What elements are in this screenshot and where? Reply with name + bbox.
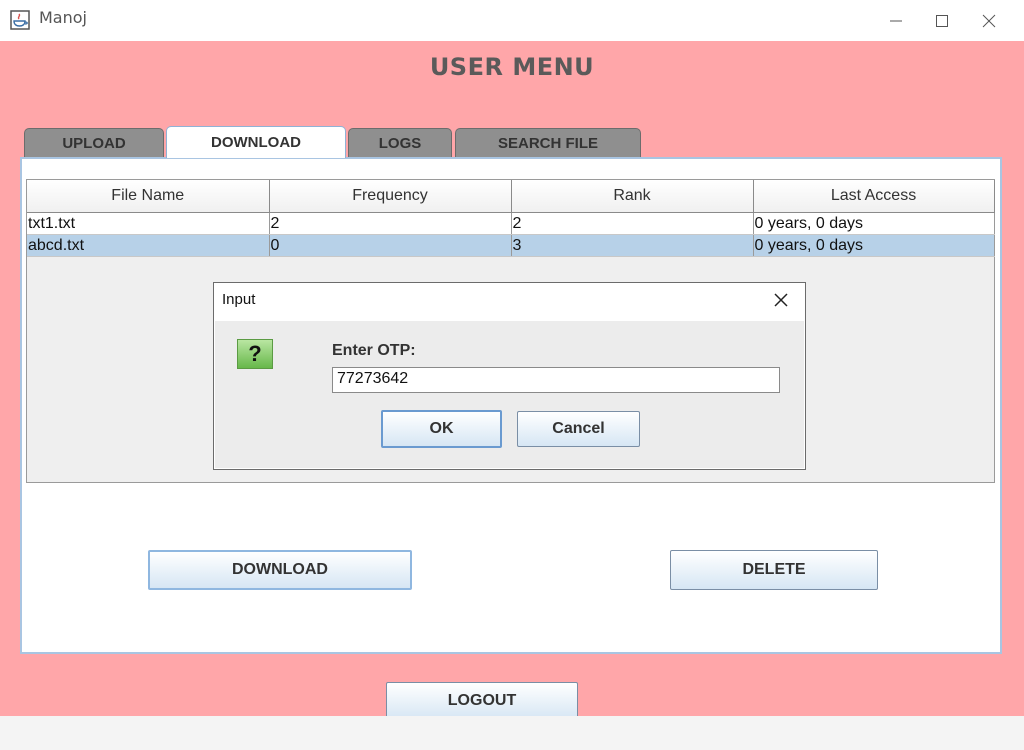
delete-button[interactable]: DELETE — [670, 550, 878, 590]
window-title-bar: Manoj — [0, 0, 1024, 41]
ok-button[interactable]: OK — [381, 410, 502, 448]
tab-upload[interactable]: UPLOAD — [24, 128, 164, 158]
cell-frequency[interactable]: 0 — [269, 234, 512, 257]
cell-file-name[interactable]: abcd.txt — [27, 234, 270, 257]
cell-frequency[interactable]: 2 — [269, 212, 512, 235]
window-bottom-edge — [0, 716, 1024, 750]
dialog-title: Input — [222, 291, 256, 308]
tab-logs[interactable]: LOGS — [348, 128, 452, 158]
table-row[interactable]: txt1.txt 2 2 0 years, 0 days — [27, 212, 995, 235]
download-button[interactable]: DOWNLOAD — [148, 550, 412, 590]
table-row-selected[interactable]: abcd.txt 0 3 0 years, 0 days — [27, 234, 995, 257]
cell-rank[interactable]: 3 — [511, 234, 754, 257]
window-title: Manoj — [39, 8, 87, 27]
tab-search-file[interactable]: SEARCH FILE — [455, 128, 641, 158]
cell-rank[interactable]: 2 — [511, 212, 754, 235]
otp-prompt: Enter OTP: — [332, 342, 416, 359]
column-header-rank[interactable]: Rank — [511, 180, 754, 213]
tab-download[interactable]: DOWNLOAD — [166, 126, 346, 158]
close-window-button[interactable] — [966, 0, 1012, 41]
otp-input[interactable]: 77273642 — [332, 367, 780, 393]
cell-last-access[interactable]: 0 years, 0 days — [753, 212, 995, 235]
column-header-last-access[interactable]: Last Access — [753, 180, 995, 213]
column-header-file-name[interactable]: File Name — [27, 180, 270, 213]
page-title: USER MENU — [429, 53, 595, 81]
cell-last-access[interactable]: 0 years, 0 days — [753, 234, 995, 257]
cell-file-name[interactable]: txt1.txt — [27, 212, 270, 235]
close-icon[interactable] — [773, 289, 789, 313]
java-app-icon — [10, 10, 30, 30]
logout-button[interactable]: LOGOUT — [386, 682, 578, 720]
dialog-body: ? Enter OTP: 77273642 OK Cancel — [215, 321, 804, 468]
files-table: File Name Frequency Rank Last Access txt… — [27, 180, 995, 257]
maximize-button[interactable] — [919, 0, 965, 41]
question-icon: ? — [237, 339, 273, 369]
cancel-button[interactable]: Cancel — [517, 411, 640, 447]
column-header-frequency[interactable]: Frequency — [269, 180, 512, 213]
otp-input-dialog: Input ? Enter OTP: 77273642 OK Cancel — [213, 282, 806, 470]
minimize-button[interactable] — [873, 0, 919, 41]
